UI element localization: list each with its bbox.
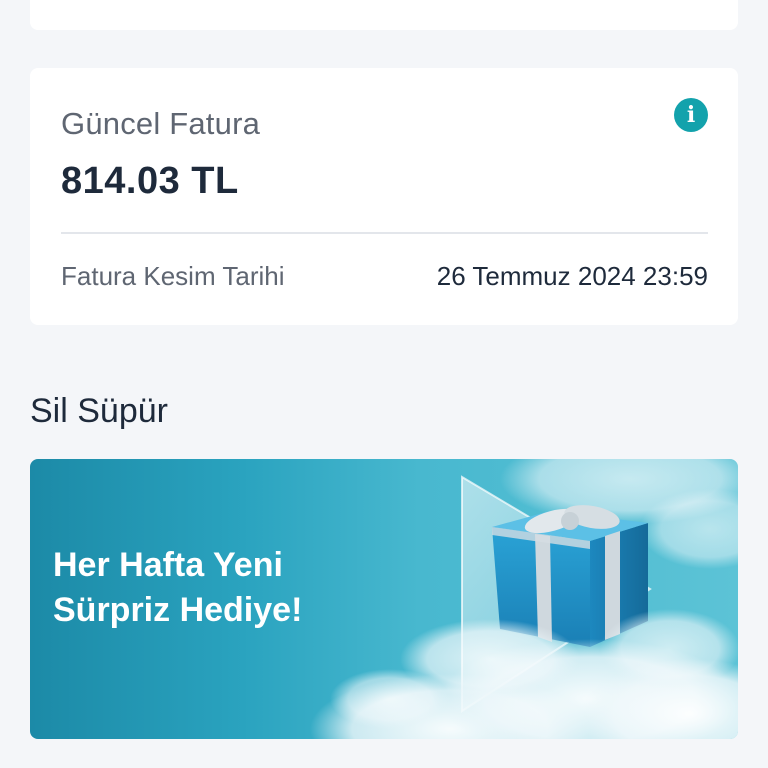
invoice-title: Güncel Fatura [61, 106, 261, 141]
promo-headline: Her Hafta Yeni Sürpriz Hediye! [53, 543, 373, 633]
previous-card [30, 0, 738, 30]
section-title: Sil Süpür [30, 392, 168, 430]
divider [61, 232, 708, 234]
promo-line-2: Sürpriz Hediye! [53, 591, 303, 629]
invoice-amount: 814.03 TL [61, 160, 239, 202]
invoice-date-label: Fatura Kesim Tarihi [61, 261, 285, 291]
promo-banner[interactable]: Her Hafta Yeni Sürpriz Hediye! [30, 459, 738, 739]
invoice-date-value: 26 Temmuz 2024 23:59 [436, 261, 708, 291]
promo-line-1: Her Hafta Yeni [53, 546, 283, 584]
info-icon[interactable]: i [674, 98, 708, 132]
current-invoice-card[interactable]: Güncel Fatura i 814.03 TL Fatura Kesim T… [30, 68, 738, 325]
